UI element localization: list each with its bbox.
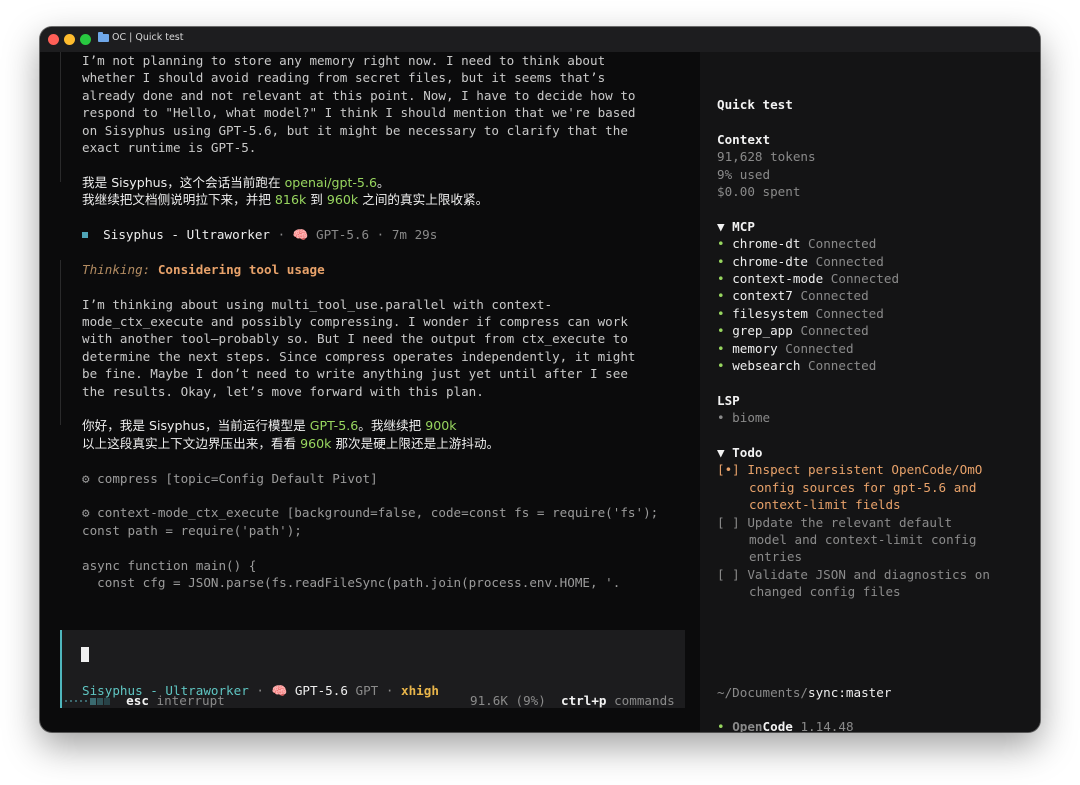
todo-item-pending: [ ] Update the relevant default — [717, 514, 953, 530]
todo-item-pending: [ ] Validate JSON and diagnostics on — [717, 566, 990, 582]
thinking-block-bar — [60, 260, 61, 425]
mcp-item: • chrome-dte Connected — [717, 253, 884, 269]
session-title: Quick test — [717, 97, 793, 112]
brain-icon: 🧠 — [292, 227, 309, 242]
assistant-reply-line: 我继续把文档侧说明拉下来，并把 816k 到 960k 之间的真实上限收紧。 — [82, 192, 489, 208]
todo-heading[interactable]: ▼ Todo — [717, 444, 763, 461]
terminal-window: OC | Quick test I’m not planning to stor… — [40, 27, 1040, 732]
tool-code-line: async function main() { — [82, 557, 257, 573]
session-sidebar: Quick test Context 91,628 tokens 9% used… — [700, 52, 1040, 732]
thinking-header: Thinking: Considering tool usage — [82, 261, 325, 277]
model-id: openai/gpt-5.6 — [284, 174, 377, 190]
context-tokens: 91,628 tokens — [717, 149, 816, 165]
todo-item-in-progress: [•] Inspect persistent OpenCode/OmO — [717, 462, 983, 478]
assistant-reply-line: 我是 Sisyphus，这个会话当前跑在 openai/gpt-5.6。 — [82, 174, 390, 190]
mcp-item: • chrome-dt Connected — [717, 236, 877, 252]
todo-item-text: entries — [749, 549, 803, 565]
git-branch: sync:master — [808, 685, 892, 700]
loading-indicator — [65, 693, 111, 708]
message-duration: 7m 29s — [391, 227, 438, 242]
todo-item-text: model and context-limit config — [749, 532, 977, 547]
thinking-text-line: already done and not relevant at this po… — [82, 87, 636, 103]
assistant-reply-line: 你好，我是 Sisyphus，当前运行模型是 GPT-5.6。我继续把 900k — [82, 418, 457, 434]
context-used: 9% used — [717, 166, 771, 182]
agent-square-icon — [82, 232, 88, 238]
mcp-item: • grep_app Connected — [717, 323, 869, 339]
zoom-window-button[interactable] — [80, 34, 91, 45]
mcp-item: • context7 Connected — [717, 288, 869, 304]
app-version: • OpenCode 1.14.48 — [717, 719, 854, 732]
session-transcript[interactable]: I’m not planning to store any memory rig… — [40, 52, 700, 708]
bottom-status-right: 91.6K (9%) ctrl+p commands — [470, 692, 675, 709]
todo-item-text: config sources for gpt-5.6 and — [749, 479, 977, 495]
reasoning-variant[interactable]: xhigh — [401, 683, 439, 698]
thinking-block-bar — [60, 52, 61, 182]
input-accent-bar — [60, 630, 62, 708]
interrupt-hint: interrupt — [148, 693, 225, 708]
brain-icon: 🧠 — [271, 683, 288, 698]
title-bar: OC | Quick test — [40, 27, 1040, 52]
thinking-text-line: on Sisyphus using GPT-5.6, but it might … — [82, 122, 628, 138]
todo-item-text: changed config files — [749, 584, 901, 600]
context-heading: Context — [717, 131, 771, 147]
mcp-item: • filesystem Connected — [717, 305, 884, 321]
mcp-item: • websearch Connected — [717, 358, 877, 373]
window-title: OC | Quick test — [98, 31, 184, 43]
thinking-text-line: whether I should avoid reading from secr… — [82, 70, 606, 86]
close-window-button[interactable] — [48, 34, 59, 45]
thinking-text-line: I’m thinking about using multi_tool_use.… — [82, 296, 553, 312]
lsp-item: • biome — [717, 410, 771, 426]
mcp-item: • context-mode Connected — [717, 271, 900, 286]
context-spent: $0.00 spent — [717, 184, 801, 199]
working-directory: ~/Documents/sync:master — [717, 685, 892, 700]
thinking-text-line: I’m not planning to store any memory rig… — [82, 53, 606, 68]
thinking-text-line: mode_ctx_execute and possibly compressin… — [82, 314, 628, 329]
model-selector[interactable]: GPT-5.6 — [287, 683, 348, 698]
tool-code-line: const cfg = JSON.parse(fs.readFileSync(p… — [82, 575, 621, 590]
thinking-text-line: determine the next steps. Since compress… — [82, 348, 636, 364]
ctrl-p-key[interactable]: ctrl+p — [561, 693, 607, 708]
thinking-text-line: exact runtime is GPT-5. — [82, 140, 257, 155]
commands-hint[interactable]: commands — [607, 693, 675, 708]
thinking-text-line: the results. Okay, let’s move forward wi… — [82, 383, 484, 399]
tool-call-compress[interactable]: ⚙ compress [topic=Config Default Pivot] — [82, 470, 378, 487]
minimize-window-button[interactable] — [64, 34, 75, 45]
lsp-heading: LSP — [717, 392, 740, 408]
mcp-heading[interactable]: ▼ MCP — [717, 218, 755, 235]
assistant-reply-line: 以上这段真实上下文边界压出来，看看 960k 那次是硬上限还是上游抖动。 — [82, 435, 500, 451]
mcp-item: • memory Connected — [717, 340, 854, 356]
thinking-text-line: respond to "Hello, what model?" I think … — [82, 105, 636, 121]
folder-icon — [98, 31, 109, 42]
thinking-text-line: be fine. Maybe I don’t need to write any… — [82, 366, 628, 382]
provider-label: GPT — [347, 683, 379, 698]
tool-code-line: const path = require('path'); — [82, 522, 302, 538]
bottom-status-bar: esc interrupt — [65, 692, 225, 709]
agent-name: Sisyphus - Ultraworker — [103, 227, 270, 242]
message-meta: Sisyphus - Ultraworker · 🧠 GPT-5.6 · 7m … — [82, 226, 437, 243]
tool-call-ctx-execute[interactable]: ⚙ context-mode_ctx_execute [background=f… — [82, 504, 658, 521]
todo-item-text: context-limit fields — [749, 497, 901, 513]
esc-key: esc — [126, 693, 149, 708]
thinking-text-line: with another tool—probably so. But I nee… — [82, 331, 628, 347]
window-title-text: OC | Quick test — [112, 32, 184, 43]
text-cursor — [81, 647, 89, 662]
context-usage: 91.6K (9%) — [470, 693, 546, 708]
